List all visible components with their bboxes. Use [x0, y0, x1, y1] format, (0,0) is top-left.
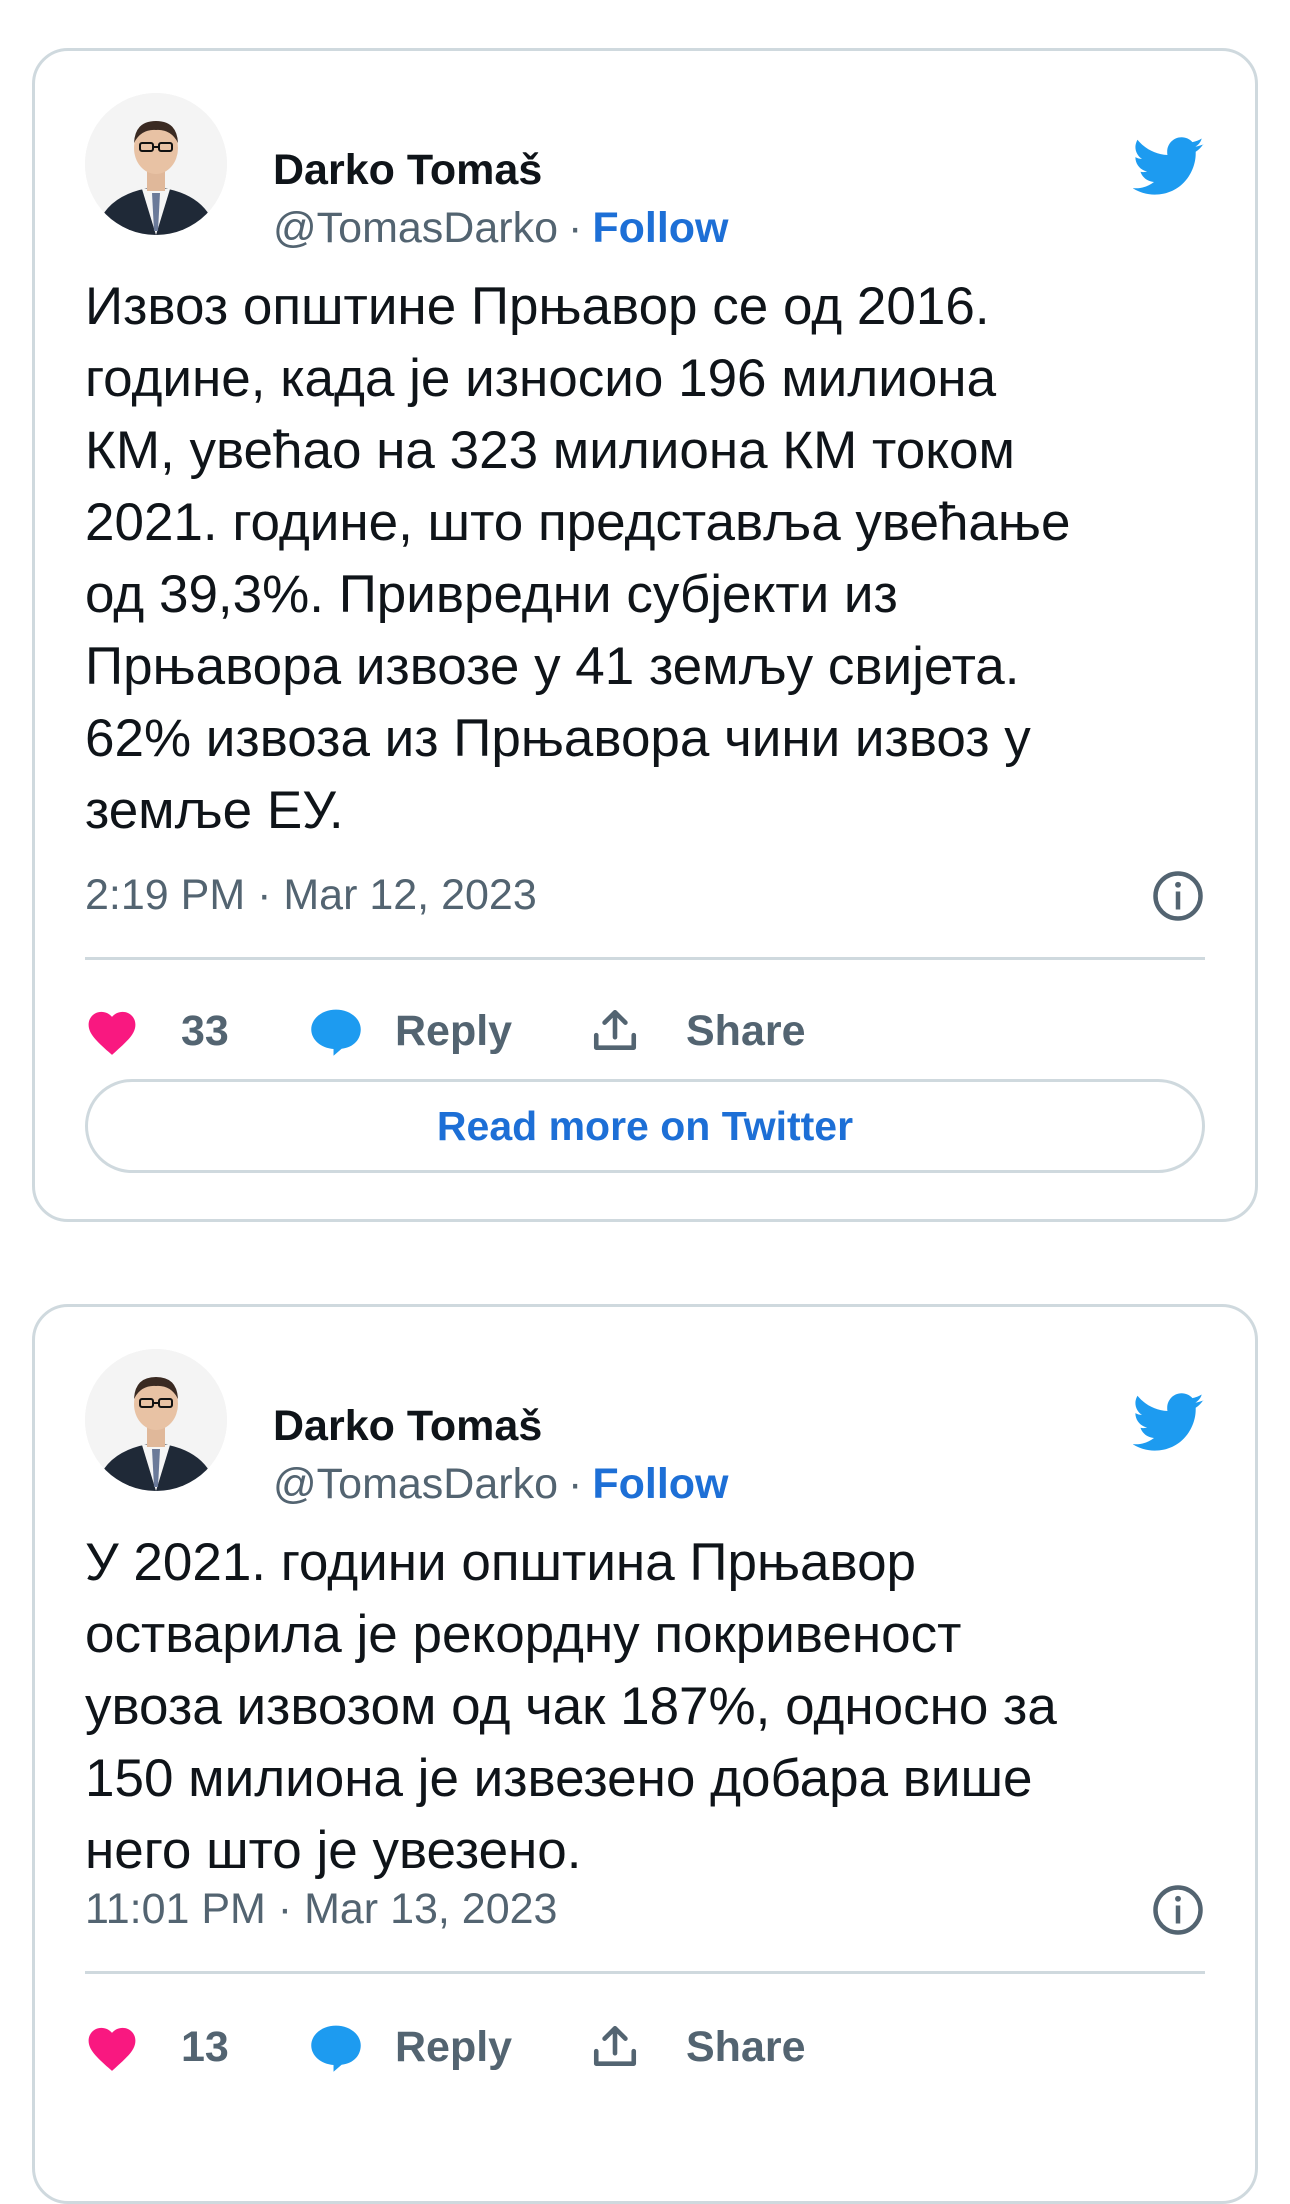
tweet-text: У 2021. години општина Прњавор остварила…: [85, 1533, 1057, 1880]
share-label: Share: [686, 2022, 806, 2071]
follow-button[interactable]: Follow: [592, 204, 728, 252]
tweet-card: Darko Tomaš @TomasDarko · Follow Извоз опш…: [32, 48, 1258, 1222]
tweet-header: Darko Tomaš @TomasDarko · Follow: [85, 1349, 1205, 1506]
separator-dot: ·: [568, 1460, 583, 1508]
like-button[interactable]: 33: [85, 991, 229, 1071]
separator-dot: ·: [568, 204, 583, 252]
divider: [85, 957, 1205, 960]
like-count: 13: [181, 2022, 229, 2071]
share-label: Share: [686, 1006, 806, 1055]
speech-bubble-icon: [311, 1009, 361, 1056]
tweet-timestamp[interactable]: 11:01 PM · Mar 13, 2023: [85, 1885, 557, 1933]
author-name[interactable]: Darko Tomaš: [273, 1405, 542, 1448]
tweet-actions: 33 Reply Share: [85, 991, 1205, 1071]
info-icon[interactable]: [1151, 1883, 1205, 1937]
author-handle[interactable]: @TomasDarko: [273, 1460, 558, 1508]
reply-label: Reply: [395, 2022, 513, 2071]
author-avatar[interactable]: [85, 1349, 227, 1491]
info-icon[interactable]: [1151, 869, 1205, 923]
tweet-header: Darko Tomaš @TomasDarko · Follow: [85, 93, 1205, 250]
tweet-card: Darko Tomaš @TomasDarko · Follow У 2021. г…: [32, 1304, 1258, 2204]
share-button[interactable]: Share: [590, 991, 806, 1071]
like-button[interactable]: 13: [85, 2007, 229, 2087]
divider: [85, 1971, 1205, 1974]
heart-icon: [88, 2027, 136, 2071]
author-avatar[interactable]: [85, 93, 227, 235]
share-button[interactable]: Share: [590, 2007, 806, 2087]
tweet-actions: 13 Reply Share: [85, 2007, 1205, 2087]
speech-bubble-icon: [311, 2025, 361, 2072]
share-upload-icon: [593, 1009, 637, 1050]
read-more-button[interactable]: Read more on Twitter: [85, 1079, 1205, 1173]
twitter-bird-icon[interactable]: [1133, 1393, 1205, 1453]
author-name[interactable]: Darko Tomaš: [273, 149, 542, 192]
heart-icon: [88, 1011, 136, 1055]
reply-button[interactable]: Reply: [309, 991, 512, 1071]
reply-label: Reply: [395, 1006, 513, 1055]
tweet-text: Извоз општине Прњавор се од 2016. године…: [85, 277, 1071, 840]
twitter-bird-icon[interactable]: [1133, 137, 1205, 197]
tweet-timestamp[interactable]: 2:19 PM · Mar 12, 2023: [85, 871, 537, 919]
handle-row: @TomasDarko · Follow: [273, 1463, 728, 1506]
tweet-meta: 11:01 PM · Mar 13, 2023: [85, 1879, 1205, 1939]
tweet-meta: 2:19 PM · Mar 12, 2023: [85, 865, 1205, 925]
follow-button[interactable]: Follow: [592, 1460, 728, 1508]
like-count: 33: [181, 1006, 229, 1055]
author-handle[interactable]: @TomasDarko: [273, 204, 558, 252]
reply-button[interactable]: Reply: [309, 2007, 512, 2087]
share-upload-icon: [593, 2025, 637, 2066]
handle-row: @TomasDarko · Follow: [273, 207, 728, 250]
